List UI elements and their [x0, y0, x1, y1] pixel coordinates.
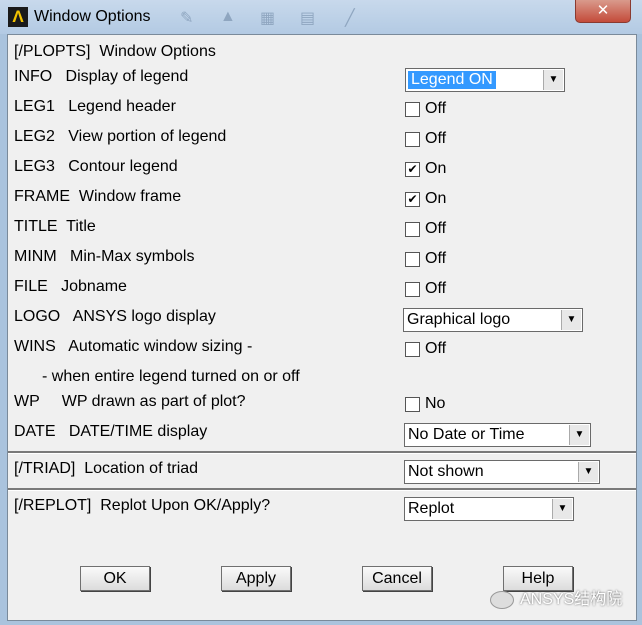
frame-state: On	[425, 190, 447, 207]
plopts-header: [/PLOPTS] Window Options	[14, 43, 216, 60]
replot-dropdown[interactable]: Replot ▼	[404, 497, 574, 521]
chevron-down-icon: ▼	[543, 70, 563, 90]
options-panel: [/PLOPTS] Window Options INFO Display of…	[7, 34, 637, 621]
minm-state: Off	[425, 250, 447, 267]
wins-state: Off	[425, 340, 447, 357]
toolbar-ghost-icon: ▤	[300, 10, 316, 27]
chevron-down-icon: ▼	[578, 462, 598, 482]
title-state: Off	[425, 220, 447, 237]
replot-label: [/REPLOT] Replot Upon OK/Apply?	[14, 497, 271, 514]
ok-button[interactable]: OK	[80, 566, 150, 591]
minm-checkbox[interactable]	[405, 252, 420, 267]
divider	[8, 451, 636, 454]
file-label: FILE Jobname	[14, 278, 127, 295]
toolbar-ghost-icon: ╱	[345, 10, 355, 27]
wp-state: No	[425, 395, 446, 412]
wins-checkbox[interactable]	[405, 342, 420, 357]
triad-dropdown[interactable]: Not shown ▼	[404, 460, 600, 484]
watermark: ANSYS结构院	[490, 585, 622, 609]
triad-label: [/TRIAD] Location of triad	[14, 460, 199, 477]
wins-sublabel: - when entire legend turned on or off	[42, 368, 300, 385]
wp-label: WP WP drawn as part of plot?	[14, 393, 246, 410]
divider	[8, 488, 636, 491]
date-label: DATE DATE/TIME display	[14, 423, 208, 440]
title-bar: Λ Window Options ✎ ▲ ▦ ▤ ╱ ✕	[0, 0, 642, 34]
date-dropdown[interactable]: No Date or Time ▼	[404, 423, 591, 447]
info-dropdown[interactable]: Legend ON ▼	[405, 68, 565, 92]
ansys-app-icon: Λ	[8, 7, 28, 27]
triad-dropdown-value: Not shown	[408, 463, 484, 480]
apply-button[interactable]: Apply	[221, 566, 291, 591]
minm-label: MINM Min-Max symbols	[14, 248, 195, 265]
title-label: TITLE Title	[14, 218, 96, 235]
leg2-checkbox[interactable]	[405, 132, 420, 147]
wechat-icon	[490, 590, 514, 609]
chevron-down-icon: ▼	[569, 425, 589, 445]
logo-dropdown-value: Graphical logo	[407, 311, 511, 328]
window-title: Window Options	[34, 8, 151, 25]
date-dropdown-value: No Date or Time	[408, 426, 525, 443]
leg2-state: Off	[425, 130, 447, 147]
cancel-button[interactable]: Cancel	[362, 566, 432, 591]
replot-dropdown-value: Replot	[408, 500, 455, 517]
leg3-state: On	[425, 160, 447, 177]
chevron-down-icon: ▼	[561, 310, 581, 330]
leg3-checkbox[interactable]: ✔	[405, 162, 420, 177]
checkmark-icon: ✔	[407, 162, 418, 176]
leg1-label: LEG1 Legend header	[14, 98, 176, 115]
wins-label: WINS Automatic window sizing -	[14, 338, 253, 355]
close-button[interactable]: ✕	[575, 0, 631, 23]
toolbar-ghost-icon: ▦	[260, 10, 276, 27]
watermark-text: ANSYS结构院	[520, 591, 623, 608]
leg2-label: LEG2 View portion of legend	[14, 128, 227, 145]
file-state: Off	[425, 280, 447, 297]
title-checkbox[interactable]	[405, 222, 420, 237]
logo-dropdown[interactable]: Graphical logo ▼	[403, 308, 583, 332]
logo-label: LOGO ANSYS logo display	[14, 308, 216, 325]
chevron-down-icon: ▼	[552, 499, 572, 519]
checkmark-icon: ✔	[407, 192, 418, 206]
info-label: INFO Display of legend	[14, 68, 189, 85]
toolbar-ghost-icon: ✎	[180, 10, 194, 27]
leg3-label: LEG3 Contour legend	[14, 158, 178, 175]
leg1-checkbox[interactable]	[405, 102, 420, 117]
file-checkbox[interactable]	[405, 282, 420, 297]
leg1-state: Off	[425, 100, 447, 117]
wp-checkbox[interactable]	[405, 397, 420, 412]
frame-label: FRAME Window frame	[14, 188, 182, 205]
info-dropdown-value: Legend ON	[408, 71, 496, 89]
toolbar-ghost-icon: ▲	[220, 8, 236, 25]
frame-checkbox[interactable]: ✔	[405, 192, 420, 207]
